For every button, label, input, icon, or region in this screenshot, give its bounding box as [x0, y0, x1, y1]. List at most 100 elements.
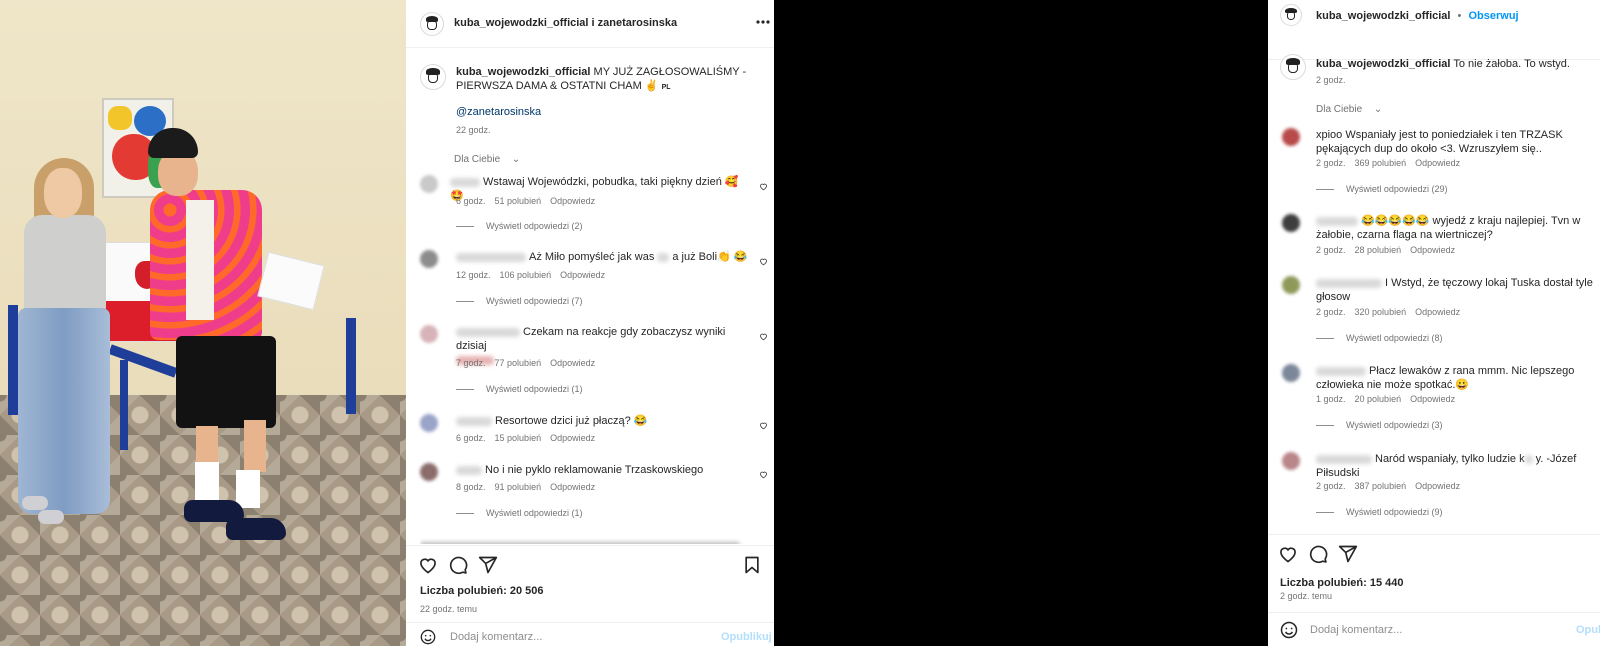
comment-avatar[interactable] [420, 414, 438, 432]
comment-avatar[interactable] [420, 463, 438, 481]
view-replies[interactable]: Wyświetl odpowiedzi (9) [1316, 507, 1442, 517]
comment-avatar[interactable] [420, 325, 438, 343]
reply-button[interactable]: Odpowiedz [560, 270, 605, 280]
view-replies[interactable]: Wyświetl odpowiedzi (8) [1316, 333, 1442, 343]
author-avatar[interactable] [420, 12, 444, 36]
comment-meta: 8 godz. 91 polubień Odpowiedz [456, 482, 596, 492]
post-caption: kuba_wojewodzki_official To nie żałoba. … [1316, 57, 1596, 71]
comment-text: Aż Miło pomyśleć jak was a już Boli👏 😂 [456, 250, 756, 264]
reply-button[interactable]: Odpowiedz [550, 358, 595, 368]
comment-icon[interactable] [1308, 544, 1328, 564]
like-icon[interactable] [1278, 544, 1298, 564]
follow-button[interactable]: Obserwuj [1468, 10, 1518, 22]
post-caption: kuba_wojewodzki_official MY JUŻ ZAGŁOSOW… [456, 65, 768, 95]
comment-like-icon[interactable] [759, 421, 768, 430]
add-comment-bar: Dodaj komentarz... Opublikuj [1268, 612, 1600, 646]
photo-chair [120, 360, 128, 450]
comment-filter[interactable]: Dla Ciebie ⌄ [454, 154, 529, 165]
caption-time: 2 godz. [1316, 75, 1346, 85]
header-username[interactable]: kuba_wojewodzki_official [1316, 10, 1450, 22]
reply-button[interactable]: Odpowiedz [550, 196, 595, 206]
likes-count[interactable]: Liczba polubień: 15 440 [1280, 577, 1403, 589]
reply-button[interactable]: Odpowiedz [1415, 158, 1460, 168]
view-replies[interactable]: Wyświetl odpowiedzi (1) [456, 384, 582, 394]
comment-text: Resortowe dzici już płaczą? 😂 [456, 414, 756, 428]
view-replies[interactable]: Wyświetl odpowiedzi (7) [456, 296, 582, 306]
share-icon[interactable] [478, 555, 498, 575]
comment-meta: 6 godz. 51 polubień Odpowiedz [456, 196, 596, 206]
photo-chair [346, 318, 356, 414]
comment-icon[interactable] [448, 555, 468, 575]
comment-meta: 2 godz. 369 polubień Odpowiedz [1316, 158, 1461, 168]
caption-avatar[interactable] [1280, 54, 1306, 80]
photo-woman-top [24, 215, 106, 315]
comment-meta: 1 godz. 20 polubień Odpowiedz [1316, 394, 1456, 404]
more-dots-icon[interactable] [756, 20, 770, 24]
caption-avatar[interactable] [420, 64, 446, 90]
comment-text: Naród wspaniały, tylko ludzie k y. -Józef… [1316, 453, 1577, 479]
comment-avatar[interactable] [1282, 364, 1300, 382]
add-comment-input[interactable]: Dodaj komentarz... [450, 631, 542, 643]
share-icon[interactable] [1338, 544, 1358, 564]
view-replies[interactable]: Wyświetl odpowiedzi (2) [456, 221, 582, 231]
comment-text: Płacz lewaków z rana mmm. Nic lepszego c… [1316, 365, 1575, 391]
post-header: kuba_wojewodzki_official i zanetarosinsk… [406, 0, 774, 48]
author-avatar[interactable] [1280, 4, 1302, 26]
comment-filter[interactable]: Dla Ciebie ⌄ [1316, 104, 1391, 115]
comment-like-icon[interactable] [759, 257, 768, 266]
posted-ago: 2 godz. temu [1280, 591, 1333, 601]
photo-woman-jeans [18, 308, 110, 514]
comment-meta: 12 godz. 106 polubień Odpowiedz [456, 270, 606, 280]
reply-button[interactable]: Odpowiedz [1410, 394, 1455, 404]
emoji-icon[interactable] [420, 629, 436, 645]
comment-text: No i nie pyklo reklamowanie Trzaskowskie… [456, 463, 756, 477]
caption-username[interactable]: kuba_wojewodzki_official [1316, 58, 1450, 70]
header-user-row: kuba_wojewodzki_official • Obserwuj [1316, 10, 1519, 22]
comment-text: I Wstyd, że tęczowy lokaj Tuska dostał t… [1316, 277, 1593, 303]
caption-mention[interactable]: @zanetarosinska [456, 105, 541, 119]
comment-avatar[interactable] [1282, 128, 1300, 146]
comment-meta: 7 godz. 77 polubień Odpowiedz [456, 358, 596, 368]
comment-text: 😂😂😂😂😂 wyjedź z kraju najlepiej. Tvn w ża… [1316, 215, 1581, 241]
photo-sock [195, 462, 219, 500]
posted-ago: 22 godz. temu [420, 604, 478, 614]
header-dot: • [1457, 10, 1462, 22]
caption-username[interactable]: kuba_wojewodzki_official [456, 66, 590, 78]
comment-meta: 6 godz. 15 polubień Odpowiedz [456, 433, 596, 443]
photo-woman-face [44, 168, 82, 218]
comment-avatar[interactable] [420, 175, 438, 193]
reply-button[interactable]: Odpowiedz [1415, 307, 1460, 317]
caption-text: To nie żałoba. To wstyd. [1453, 58, 1570, 70]
comment-like-icon[interactable] [759, 470, 768, 479]
add-comment-input[interactable]: Dodaj komentarz... [1310, 624, 1402, 636]
comment-avatar[interactable] [1282, 214, 1300, 232]
photo-man-tee [186, 200, 214, 320]
caption-time: 22 godz. [456, 125, 491, 135]
view-replies[interactable]: Wyświetl odpowiedzi (29) [1316, 184, 1447, 194]
comment-like-icon[interactable] [759, 332, 768, 341]
comment-avatar[interactable] [1282, 276, 1300, 294]
publish-button[interactable]: Opublikuj [1576, 624, 1600, 636]
comment-like-icon[interactable] [759, 182, 768, 191]
reply-button[interactable]: Odpowiedz [550, 482, 595, 492]
emoji-icon[interactable] [1280, 621, 1298, 639]
comment-filter-label: Dla Ciebie [454, 154, 501, 165]
view-replies[interactable]: Wyświetl odpowiedzi (3) [1316, 420, 1442, 430]
comment-avatar[interactable] [420, 250, 438, 268]
post-panel-right: kuba_wojewodzki_official • Obserwuj kuba… [1268, 0, 1600, 646]
likes-count[interactable]: Liczba polubień: 20 506 [420, 585, 543, 597]
publish-button[interactable]: Opublikuj [721, 631, 772, 643]
post-header: kuba_wojewodzki_official • Obserwuj [1268, 0, 1600, 60]
reply-button[interactable]: Odpowiedz [550, 433, 595, 443]
post-photo [0, 0, 406, 646]
like-icon[interactable] [418, 555, 438, 575]
view-replies[interactable]: Wyświetl odpowiedzi (1) [456, 508, 582, 518]
save-bookmark-icon[interactable] [742, 555, 762, 575]
comment-filter-label: Dla Ciebie [1316, 104, 1363, 115]
post-header-title[interactable]: kuba_wojewodzki_official i zanetarosinsk… [454, 17, 677, 29]
reply-button[interactable]: Odpowiedz [1415, 481, 1460, 491]
reply-button[interactable]: Odpowiedz [1410, 245, 1455, 255]
add-comment-bar: Dodaj komentarz... Opublikuj [406, 622, 774, 646]
comment-avatar[interactable] [1282, 452, 1300, 470]
chevron-down-icon: ⌄ [1373, 104, 1383, 115]
